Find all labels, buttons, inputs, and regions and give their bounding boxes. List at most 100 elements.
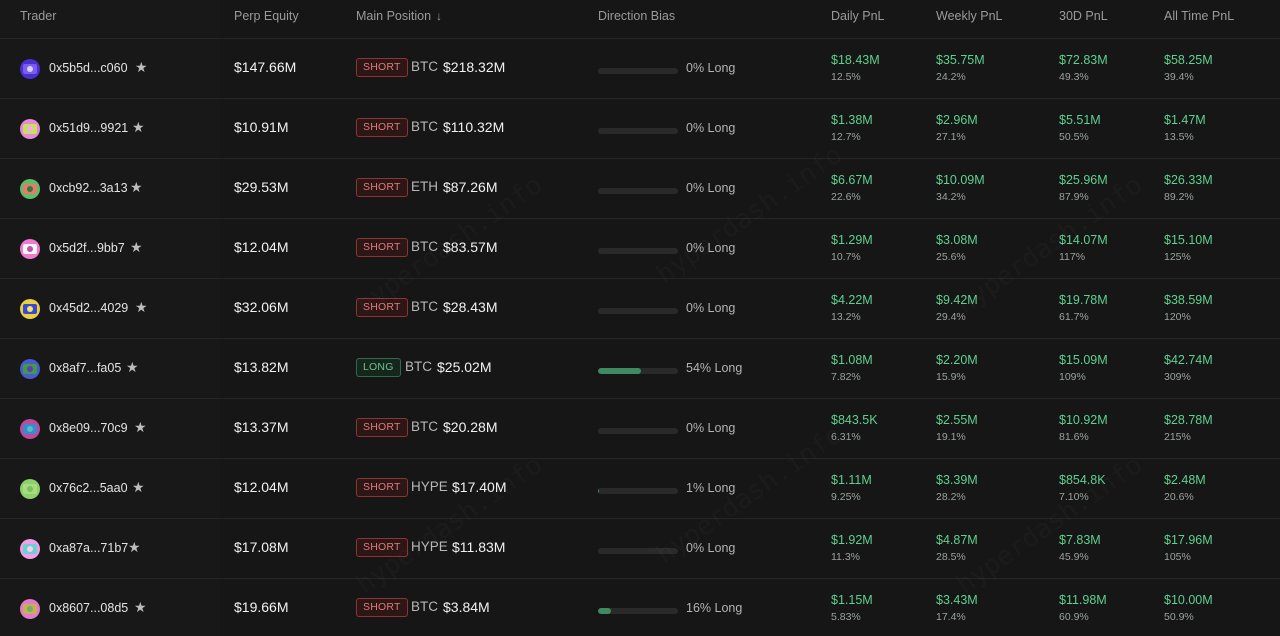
column-header-trader[interactable]: Trader [20, 9, 56, 23]
trader-avatar[interactable] [20, 179, 40, 199]
trader-address-link[interactable]: 0x8e09...70c9 [49, 421, 128, 435]
star-icon[interactable]: ★ [130, 239, 143, 256]
star-icon[interactable]: ★ [134, 599, 147, 616]
trader-avatar[interactable] [20, 299, 40, 319]
table-row[interactable]: 0x8af7...fa05 ★ $13.82M LONG BTC $25.02M… [0, 338, 1280, 398]
table-row[interactable]: 0x8607...08d5 ★ $19.66M SHORT BTC $3.84M… [0, 578, 1280, 636]
30d-pnl-percent: 7.10% [1059, 491, 1089, 503]
daily-pnl-value: $1.38M [831, 113, 873, 127]
position-value: $218.32M [443, 59, 506, 75]
avatar-pattern [27, 486, 33, 492]
table-row[interactable]: 0xa87a...71b7 ★ $17.08M SHORT HYPE $11.8… [0, 518, 1280, 578]
trader-address-link[interactable]: 0x5d2f...9bb7 [49, 241, 125, 255]
weekly-pnl-percent: 24.2% [936, 71, 966, 83]
weekly-pnl-value: $9.42M [936, 293, 978, 307]
direction-bias-label: 0% Long [686, 541, 736, 555]
trader-avatar[interactable] [20, 419, 40, 439]
all-time-pnl-percent: 309% [1164, 371, 1191, 383]
position-value: $3.84M [443, 599, 490, 615]
perp-equity-value: $17.08M [234, 539, 289, 555]
30d-pnl-percent: 81.6% [1059, 431, 1089, 443]
daily-pnl-percent: 7.82% [831, 371, 861, 383]
star-icon[interactable]: ★ [128, 539, 141, 556]
direction-bias-label: 0% Long [686, 181, 736, 195]
daily-pnl-percent: 5.83% [831, 611, 861, 623]
trader-avatar[interactable] [20, 539, 40, 559]
direction-bias-bar [598, 308, 678, 314]
30d-pnl-value: $14.07M [1059, 233, 1108, 247]
table-header: Trader Perp Equity Main Position ↓ Direct… [0, 0, 1280, 36]
table-row[interactable]: 0x76c2...5aa0 ★ $12.04M SHORT HYPE $17.4… [0, 458, 1280, 518]
all-time-pnl-percent: 125% [1164, 251, 1191, 263]
direction-bias-bar [598, 488, 678, 494]
trader-avatar[interactable] [20, 479, 40, 499]
daily-pnl-value: $18.43M [831, 53, 880, 67]
column-header-all-time-pnl[interactable]: All Time PnL [1164, 9, 1234, 23]
column-header-perp-equity[interactable]: Perp Equity [234, 9, 299, 23]
trader-avatar[interactable] [20, 359, 40, 379]
weekly-pnl-value: $2.20M [936, 353, 978, 367]
column-header-weekly-pnl[interactable]: Weekly PnL [936, 9, 1002, 23]
trader-address-link[interactable]: 0x76c2...5aa0 [49, 481, 128, 495]
position-coin: BTC [411, 599, 438, 614]
perp-equity-value: $13.37M [234, 419, 289, 435]
trader-address-link[interactable]: 0x8607...08d5 [49, 601, 128, 615]
table-row[interactable]: 0x51d9...9921 ★ $10.91M SHORT BTC $110.3… [0, 98, 1280, 158]
sort-descending-icon: ↓ [436, 9, 443, 23]
position-coin: BTC [411, 299, 438, 314]
weekly-pnl-value: $3.39M [936, 473, 978, 487]
direction-bias-label: 0% Long [686, 421, 736, 435]
all-time-pnl-percent: 215% [1164, 431, 1191, 443]
table-row[interactable]: 0x5b5d...c060 ★ $147.66M SHORT BTC $218.… [0, 38, 1280, 98]
30d-pnl-value: $25.96M [1059, 173, 1108, 187]
trader-avatar[interactable] [20, 239, 40, 259]
star-icon[interactable]: ★ [134, 419, 147, 436]
column-header-daily-pnl[interactable]: Daily PnL [831, 9, 885, 23]
position-coin: BTC [411, 419, 438, 434]
all-time-pnl-percent: 20.6% [1164, 491, 1194, 503]
trader-address-link[interactable]: 0x8af7...fa05 [49, 361, 121, 375]
table-row[interactable]: 0x8e09...70c9 ★ $13.37M SHORT BTC $20.28… [0, 398, 1280, 458]
direction-bias-label: 54% Long [686, 361, 743, 375]
daily-pnl-percent: 6.31% [831, 431, 861, 443]
trader-avatar[interactable] [20, 59, 40, 79]
direction-bias-bar-fill [598, 488, 599, 494]
table-row[interactable]: 0xcb92...3a13 ★ $29.53M SHORT ETH $87.26… [0, 158, 1280, 218]
position-coin: BTC [411, 59, 438, 74]
star-icon[interactable]: ★ [132, 119, 145, 136]
column-header-30d-pnl[interactable]: 30D PnL [1059, 9, 1108, 23]
star-icon[interactable]: ★ [132, 479, 145, 496]
all-time-pnl-value: $42.74M [1164, 353, 1213, 367]
all-time-pnl-percent: 105% [1164, 551, 1191, 563]
trader-address-link[interactable]: 0x5b5d...c060 [49, 61, 128, 75]
trader-avatar[interactable] [20, 599, 40, 619]
position-side-badge: SHORT [356, 58, 408, 77]
position-side-badge: SHORT [356, 178, 408, 197]
star-icon[interactable]: ★ [135, 59, 148, 76]
direction-bias-label: 0% Long [686, 121, 736, 135]
trader-address-link[interactable]: 0x45d2...4029 [49, 301, 128, 315]
avatar-pattern [27, 186, 33, 192]
star-icon[interactable]: ★ [135, 299, 148, 316]
position-side-badge: SHORT [356, 538, 408, 557]
column-header-main-position[interactable]: Main Position ↓ [356, 9, 442, 23]
all-time-pnl-value: $17.96M [1164, 533, 1213, 547]
direction-bias-bar [598, 368, 678, 374]
30d-pnl-percent: 87.9% [1059, 191, 1089, 203]
30d-pnl-percent: 61.7% [1059, 311, 1089, 323]
trader-avatar[interactable] [20, 119, 40, 139]
column-header-direction-bias[interactable]: Direction Bias [598, 9, 675, 23]
star-icon[interactable]: ★ [126, 359, 139, 376]
trader-address-link[interactable]: 0xcb92...3a13 [49, 181, 128, 195]
star-icon[interactable]: ★ [130, 179, 143, 196]
table-row[interactable]: 0x5d2f...9bb7 ★ $12.04M SHORT BTC $83.57… [0, 218, 1280, 278]
30d-pnl-value: $7.83M [1059, 533, 1101, 547]
30d-pnl-percent: 49.3% [1059, 71, 1089, 83]
trader-address-link[interactable]: 0xa87a...71b7 [49, 541, 128, 555]
table-row[interactable]: 0x45d2...4029 ★ $32.06M SHORT BTC $28.43… [0, 278, 1280, 338]
position-value: $11.83M [452, 539, 506, 555]
avatar-pattern [27, 366, 33, 372]
direction-bias-bar [598, 548, 678, 554]
trader-address-link[interactable]: 0x51d9...9921 [49, 121, 128, 135]
perp-equity-value: $12.04M [234, 479, 289, 495]
